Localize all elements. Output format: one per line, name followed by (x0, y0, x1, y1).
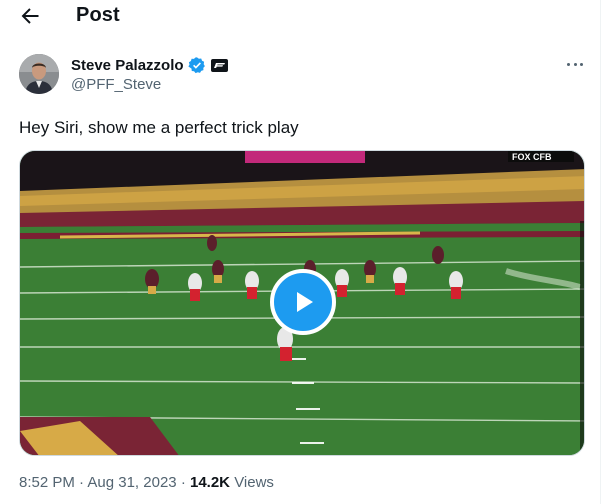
author-name[interactable]: Steve Palazzolo (71, 57, 184, 74)
views-label: Views (234, 474, 274, 491)
meta-separator: · (180, 474, 186, 491)
avatar[interactable] (19, 54, 59, 94)
author-name-row: Steve Palazzolo (71, 55, 228, 75)
video-player[interactable]: FOX CFB (19, 150, 585, 456)
pff-logo-icon[interactable] (210, 58, 228, 72)
post-detail-page: Post Steve Palazzolo @PFF_Steve Hey Siri… (0, 0, 601, 504)
more-options-icon[interactable] (564, 56, 586, 72)
post-time[interactable]: 8:52 PM (19, 474, 75, 491)
page-title: Post (76, 4, 120, 26)
meta-separator: · (79, 474, 85, 491)
tweet-text: Hey Siri, show me a perfect trick play (19, 118, 299, 137)
views-count[interactable]: 14.2K (190, 474, 230, 491)
page-header: Post (0, 0, 601, 34)
verified-badge-icon[interactable] (187, 56, 206, 74)
post-metadata: 8:52 PM · Aug 31, 2023 · 14.2K Views (19, 474, 274, 491)
arrow-left-icon[interactable] (18, 4, 42, 28)
broadcast-logo: FOX CFB (512, 152, 552, 162)
post-date[interactable]: Aug 31, 2023 (87, 474, 176, 491)
play-button[interactable] (270, 269, 336, 335)
play-icon (297, 292, 313, 312)
author-handle[interactable]: @PFF_Steve (71, 76, 161, 93)
